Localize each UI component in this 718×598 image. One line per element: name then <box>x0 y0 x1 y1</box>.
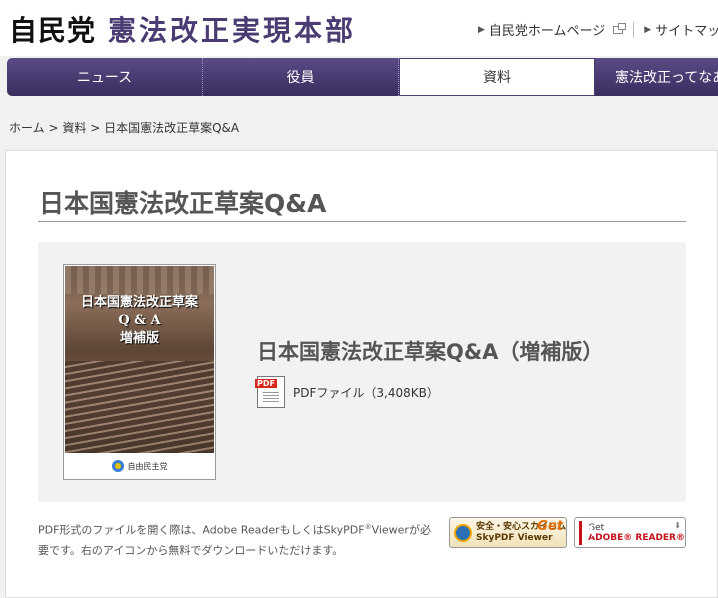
cover-title-line2: Q & A <box>118 313 161 328</box>
cover-title-line1: 日本国憲法改正草案 <box>80 295 198 310</box>
breadcrumb-separator: > <box>90 121 101 135</box>
registered-mark: ® <box>364 523 372 531</box>
pdf-viewer-note: PDF形式のファイルを開く際は、Adobe ReaderもしくはSkyPDF®V… <box>38 517 438 561</box>
external-link-icon <box>613 22 627 34</box>
adobe-line2: ADOBE® READER® <box>588 532 685 543</box>
logo-party-text: 自民党 <box>9 14 97 47</box>
title-divider <box>38 221 686 222</box>
adobe-reader-download-badge[interactable]: Get ADOBE® READER® ⬇ <box>574 517 686 548</box>
main-nav: ニュース 役員 資料 憲法改正ってなあに <box>7 58 718 96</box>
logo-hq-text: 憲法改正実現本部 <box>108 14 357 47</box>
link-divider <box>633 21 635 38</box>
nav-item-officers[interactable]: 役員 <box>203 58 399 96</box>
pdf-download-link[interactable]: PDFファイル（3,408KB） <box>255 376 439 408</box>
adobe-reader-icon <box>579 520 596 545</box>
pdf-file-label: PDFファイル（3,408KB） <box>293 385 439 400</box>
pdf-file-icon <box>255 376 285 408</box>
nav-item-documents[interactable]: 資料 <box>399 58 595 96</box>
nav-item-news[interactable]: ニュース <box>7 58 203 96</box>
skypdf-icon <box>454 523 472 542</box>
content-card: 日本国憲法改正草案Q&A 日本国憲法改正草案 Q & A 増補版 自由民主党 日… <box>5 150 718 598</box>
document-cover-image[interactable]: 日本国憲法改正草案 Q & A 増補版 自由民主党 <box>63 264 216 480</box>
skypdf-line2: SkyPDF Viewer <box>475 532 553 543</box>
breadcrumb-home[interactable]: ホーム <box>9 121 45 135</box>
breadcrumb: ホーム > 資料 > 日本国憲法改正草案Q&A <box>9 119 239 136</box>
breadcrumb-section[interactable]: 資料 <box>62 121 86 135</box>
cover-footer: 自由民主党 <box>65 453 214 479</box>
skypdf-download-badge[interactable]: 安全・安心スカイコム SkyPDF Viewer Get <box>449 517 567 548</box>
document-title[interactable]: 日本国憲法改正草案Q&A（増補版） <box>257 336 603 366</box>
ldp-home-link-label: 自民党ホームページ <box>488 24 606 39</box>
nav-item-about-amendment[interactable]: 憲法改正ってなあに <box>595 58 718 96</box>
cover-photo: 日本国憲法改正草案 Q & A 増補版 <box>65 266 214 453</box>
sitemap-link[interactable]: ▶ サイトマップ <box>644 20 718 39</box>
breadcrumb-current: 日本国憲法改正草案Q&A <box>104 121 240 135</box>
adobe-badge-text: Get ADOBE® READER® <box>588 523 685 543</box>
page-title: 日本国憲法改正草案Q&A <box>39 189 327 218</box>
document-box: 日本国憲法改正草案 Q & A 増補版 自由民主党 日本国憲法改正草案Q&A（増… <box>38 242 686 502</box>
arrow-right-icon: ▶ <box>644 24 652 35</box>
download-arrow-icon: ⬇ <box>674 521 681 530</box>
cover-seats <box>65 361 214 453</box>
cover-title: 日本国憲法改正草案 Q & A 増補版 <box>65 294 214 348</box>
party-mark-icon <box>111 460 124 472</box>
sitemap-link-label: サイトマップ <box>655 24 718 39</box>
cover-title-line3: 増補版 <box>119 331 159 346</box>
cover-footer-text: 自由民主党 <box>127 461 168 471</box>
site-logo[interactable]: 自民党 憲法改正実現本部 <box>9 9 356 49</box>
site-header: 自民党 憲法改正実現本部 ▶ 自民党ホームページ ▶ サイトマップ <box>0 0 718 56</box>
top-links: ▶ 自民党ホームページ ▶ サイトマップ <box>478 20 718 39</box>
arrow-right-icon: ▶ <box>478 24 485 35</box>
cover-ceiling <box>65 266 214 294</box>
skypdf-get-text: Get <box>537 519 563 534</box>
note-text-1: PDF形式のファイルを開く際は、Adobe ReaderもしくはSkyPDF <box>38 523 365 537</box>
breadcrumb-separator: > <box>48 121 59 135</box>
ldp-home-link[interactable]: ▶ 自民党ホームページ <box>478 20 627 39</box>
